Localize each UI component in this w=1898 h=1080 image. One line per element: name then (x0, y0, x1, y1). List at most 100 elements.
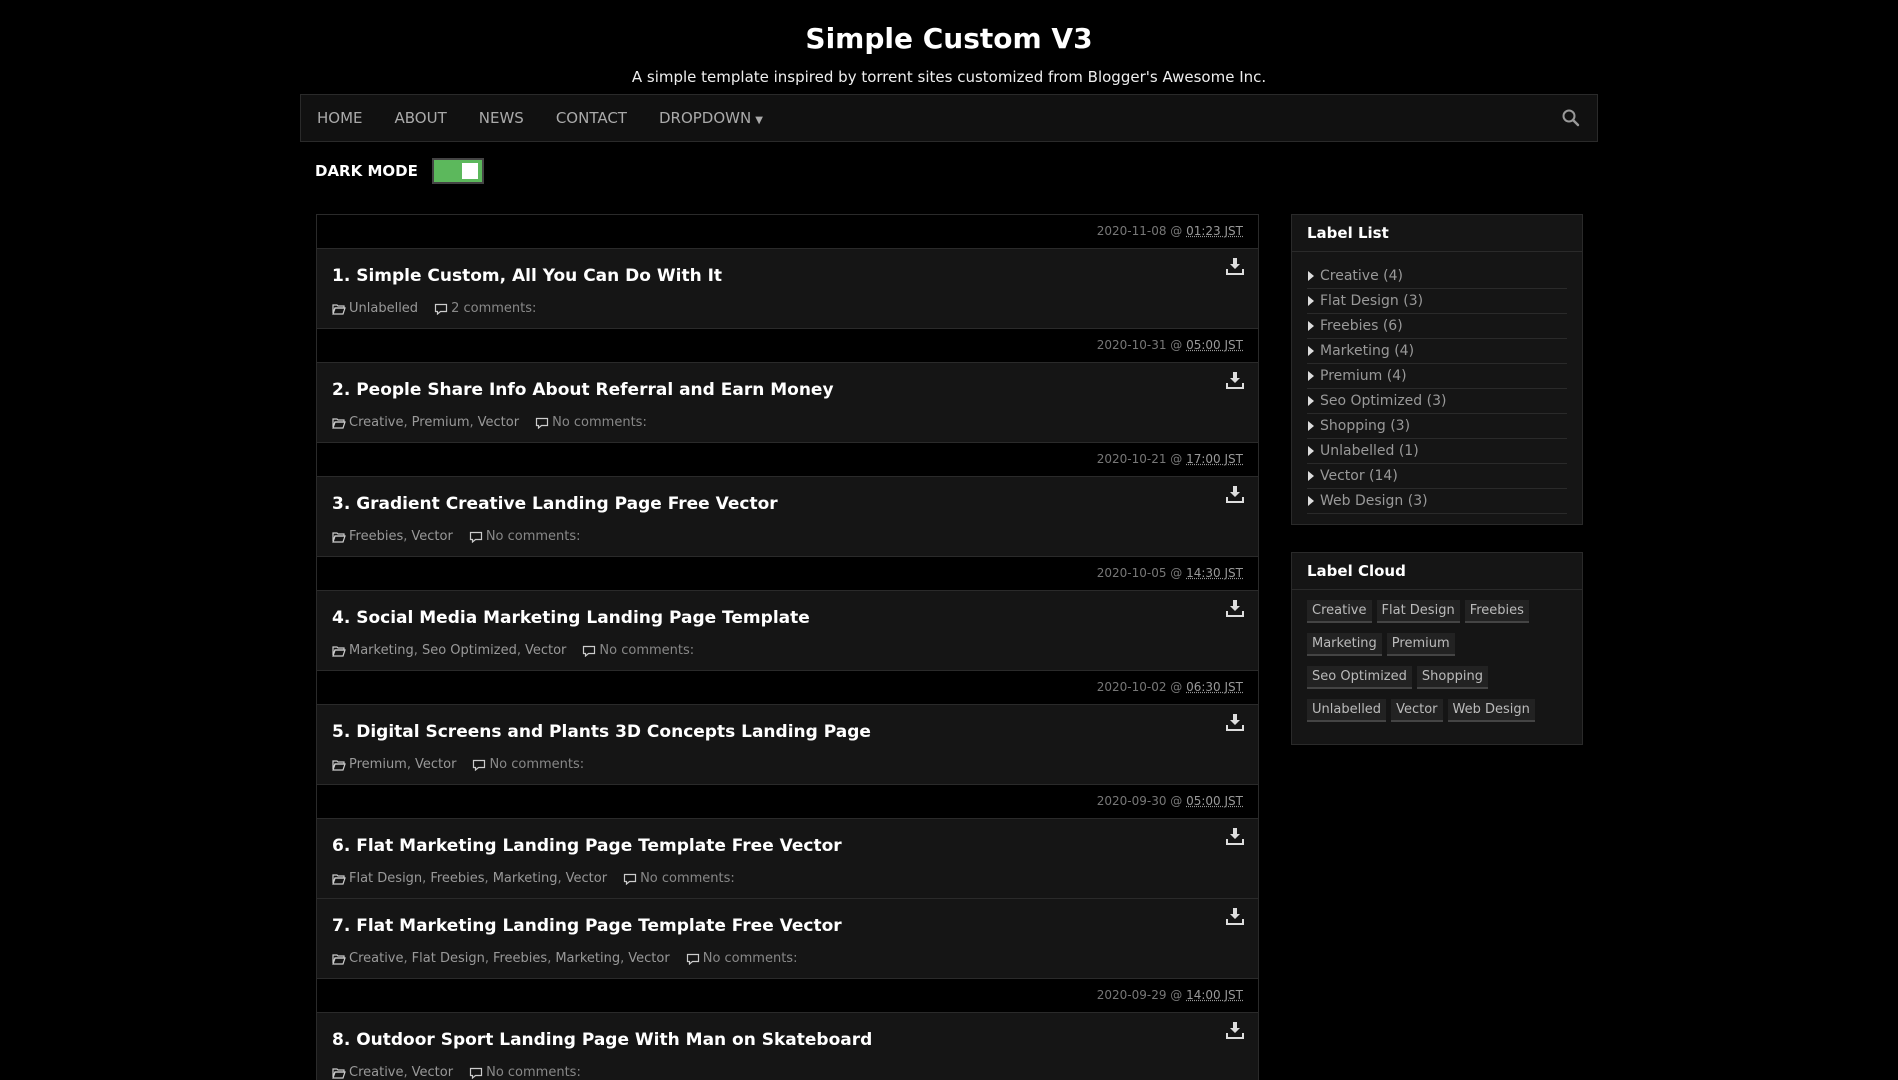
comment-icon (686, 953, 699, 965)
download-icon[interactable] (1226, 1021, 1244, 1039)
site-title[interactable]: Simple Custom V3 (0, 22, 1898, 56)
post-date: 2020-10-31 @ (1096, 338, 1187, 352)
label-list-item[interactable]: Unlabelled (1) (1307, 439, 1567, 464)
post-title[interactable]: 6. Flat Marketing Landing Page Template … (332, 836, 842, 856)
folder-open-icon (332, 303, 346, 315)
search-icon[interactable] (1561, 108, 1581, 128)
post-meta: Creative, Flat Design, Freebies, Marketing,… (332, 951, 797, 966)
post-item: 1. Simple Custom, All You Can Do With It… (317, 249, 1258, 329)
post-label-link[interactable]: Marketing (349, 643, 414, 658)
label-cloud-tag[interactable]: Vector (1391, 699, 1443, 722)
post-time[interactable]: 14:30 JST (1186, 566, 1243, 580)
post-label-link[interactable]: Vector (411, 529, 452, 544)
post-time[interactable]: 14:00 JST (1186, 988, 1243, 1002)
comment-icon (473, 759, 486, 771)
label-list-item[interactable]: Web Design (3) (1307, 489, 1567, 514)
label-list-item[interactable]: Creative (4) (1307, 264, 1567, 289)
nav-item-contact[interactable]: CONTACT (556, 109, 627, 127)
comments-count: No comments: (552, 415, 647, 430)
post-title[interactable]: 1. Simple Custom, All You Can Do With It (332, 266, 722, 286)
download-icon[interactable] (1226, 907, 1244, 925)
label-separator: , (403, 415, 408, 430)
post-label-link[interactable]: Creative (349, 415, 404, 430)
post-time[interactable]: 17:00 JST (1186, 452, 1243, 466)
label-list-text: Shopping (3) (1320, 418, 1411, 434)
label-cloud-tag[interactable]: Unlabelled (1307, 699, 1387, 722)
nav-item-home[interactable]: HOME (317, 109, 363, 127)
post-label-link[interactable]: Vector (415, 757, 456, 772)
post-title[interactable]: 8. Outdoor Sport Landing Page With Man o… (332, 1030, 872, 1050)
post-meta: Unlabelled 2 comments: (332, 301, 536, 316)
label-list-text: Unlabelled (1) (1320, 443, 1419, 459)
post-title[interactable]: 5. Digital Screens and Plants 3D Concept… (332, 722, 871, 742)
nav-item-dropdown[interactable]: DROPDOWN ▼ (659, 109, 763, 127)
post-comments[interactable]: No comments: (469, 1065, 581, 1080)
download-icon[interactable] (1226, 713, 1244, 731)
download-icon[interactable] (1226, 827, 1244, 845)
post-label-link[interactable]: Unlabelled (349, 301, 418, 316)
nav-item-news[interactable]: NEWS (479, 109, 524, 127)
post-title[interactable]: 7. Flat Marketing Landing Page Template … (332, 916, 842, 936)
label-list-item[interactable]: Flat Design (3) (1307, 289, 1567, 314)
label-cloud-tag[interactable]: Seo Optimized (1307, 666, 1412, 689)
post-comments[interactable]: No comments: (623, 871, 735, 886)
post-comments[interactable]: No comments: (469, 529, 581, 544)
post-comments[interactable]: No comments: (686, 951, 797, 966)
post-label-link[interactable]: Premium (349, 757, 407, 772)
post-label-link[interactable]: Marketing (493, 871, 558, 886)
download-icon[interactable] (1226, 599, 1244, 617)
post-label-link[interactable]: Creative (349, 1065, 404, 1080)
post-time[interactable]: 05:00 JST (1186, 338, 1243, 352)
label-cloud-tag[interactable]: Shopping (1416, 666, 1488, 689)
nav-item-about[interactable]: ABOUT (395, 109, 447, 127)
download-icon[interactable] (1226, 485, 1244, 503)
post-label-link[interactable]: Vector (628, 951, 669, 966)
label-list-item[interactable]: Marketing (4) (1307, 339, 1567, 364)
post-label-link[interactable]: Vector (478, 415, 519, 430)
label-list-item[interactable]: Vector (14) (1307, 464, 1567, 489)
label-list-item[interactable]: Premium (4) (1307, 364, 1567, 389)
post-label-link[interactable]: Premium (412, 415, 470, 430)
label-list-item[interactable]: Freebies (6) (1307, 314, 1567, 339)
post-item: 3. Gradient Creative Landing Page Free V… (317, 477, 1258, 557)
post-label-link[interactable]: Freebies (430, 871, 484, 886)
post-comments[interactable]: No comments: (535, 415, 647, 430)
post-label-link[interactable]: Vector (525, 643, 566, 658)
label-cloud-tag[interactable]: Flat Design (1376, 600, 1460, 623)
caret-right-icon (1308, 446, 1314, 456)
label-cloud-tag[interactable]: Creative (1307, 600, 1372, 623)
label-cloud-tag[interactable]: Marketing (1307, 633, 1382, 656)
post-label-link[interactable]: Flat Design (412, 951, 485, 966)
post-label-link[interactable]: Freebies (493, 951, 547, 966)
post-title[interactable]: 2. People Share Info About Referral and … (332, 380, 834, 400)
comment-icon (535, 417, 549, 429)
post-label-link[interactable]: Marketing (555, 951, 620, 966)
post-label-link[interactable]: Vector (566, 871, 607, 886)
dark-mode-toggle[interactable] (431, 158, 484, 184)
post-item: 7. Flat Marketing Landing Page Template … (317, 899, 1258, 979)
post-time[interactable]: 06:30 JST (1186, 680, 1243, 694)
post-label-link[interactable]: Vector (412, 1065, 453, 1080)
label-cloud-tag[interactable]: Premium (1386, 633, 1455, 656)
post-comments[interactable]: 2 comments: (434, 301, 536, 316)
post-comments[interactable]: No comments: (582, 643, 694, 658)
post-title[interactable]: 4. Social Media Marketing Landing Page T… (332, 608, 810, 628)
label-cloud-tag[interactable]: Web Design (1447, 699, 1535, 722)
post-title[interactable]: 3. Gradient Creative Landing Page Free V… (332, 494, 778, 514)
label-list-text: Flat Design (3) (1320, 293, 1424, 309)
label-list-item[interactable]: Shopping (3) (1307, 414, 1567, 439)
post-label-link[interactable]: Creative (349, 951, 404, 966)
post-label-link[interactable]: Seo Optimized (422, 643, 517, 658)
post-time[interactable]: 01:23 JST (1186, 224, 1243, 238)
folder-open-icon (332, 417, 346, 429)
post-comments[interactable]: No comments: (472, 757, 584, 772)
download-icon[interactable] (1226, 371, 1244, 389)
label-cloud-tag[interactable]: Freebies (1464, 600, 1529, 623)
post-time[interactable]: 05:00 JST (1186, 794, 1243, 808)
label-list-item[interactable]: Seo Optimized (3) (1307, 389, 1567, 414)
site-header: Simple Custom V3 A simple template inspi… (0, 0, 1898, 86)
caret-right-icon (1308, 321, 1314, 331)
post-label-link[interactable]: Flat Design (349, 871, 422, 886)
post-label-link[interactable]: Freebies (349, 529, 403, 544)
download-icon[interactable] (1226, 257, 1244, 275)
